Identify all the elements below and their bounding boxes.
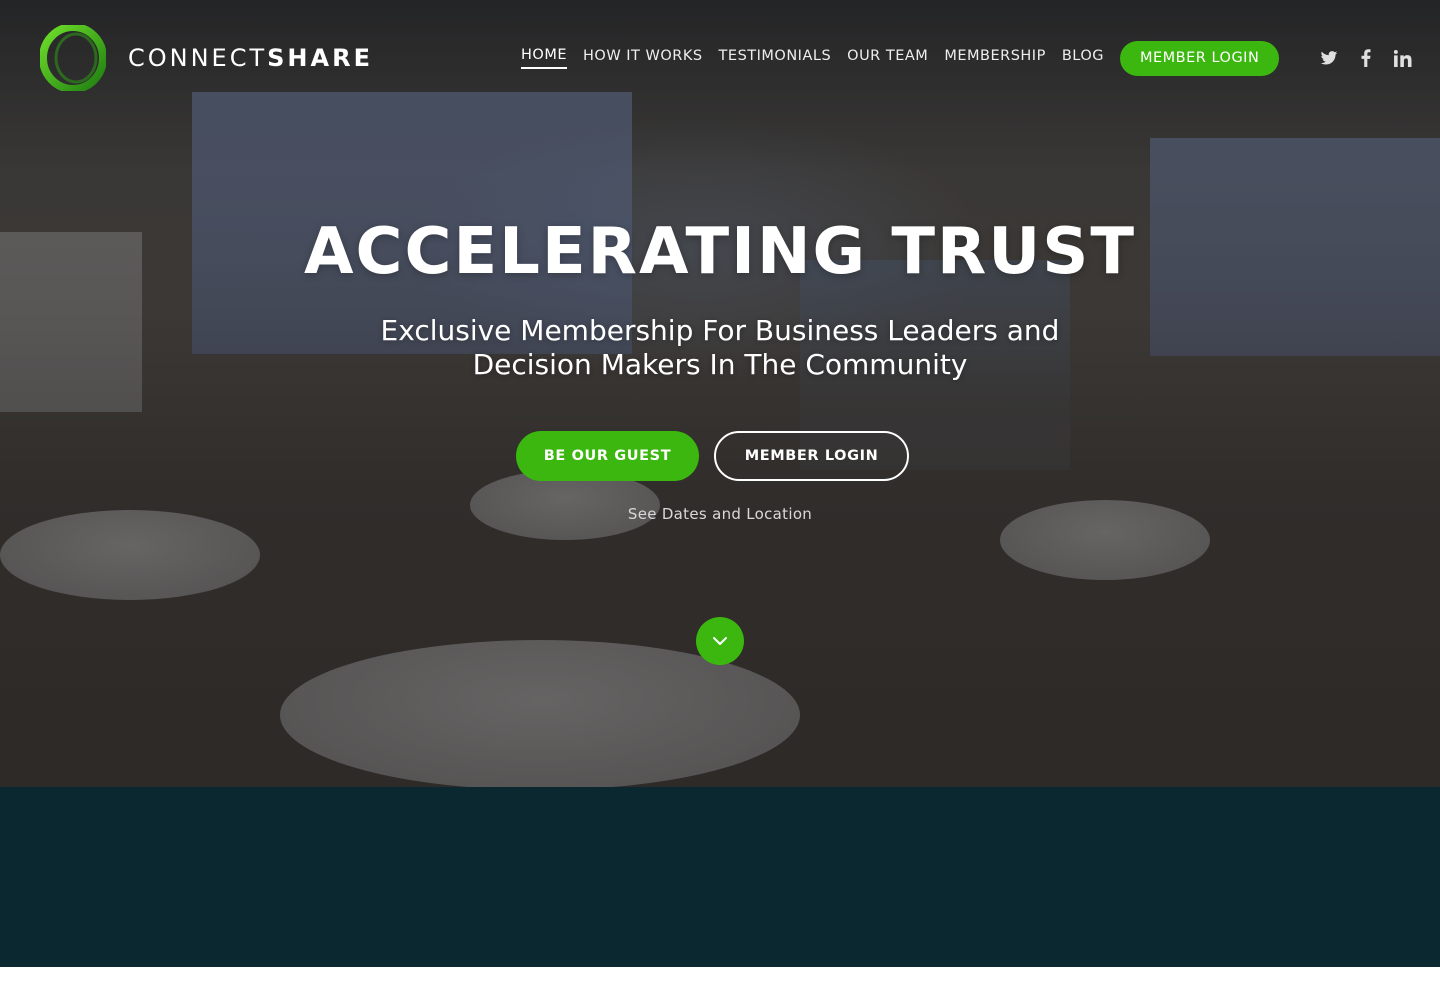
facebook-icon[interactable]: [1353, 45, 1379, 71]
twitter-icon[interactable]: [1316, 45, 1342, 71]
linkedin-icon[interactable]: [1390, 45, 1416, 71]
nav-item-how-it-works[interactable]: HOW IT WORKS: [583, 48, 703, 68]
member-login-button[interactable]: MEMBER LOGIN: [714, 431, 909, 481]
nav-item-membership[interactable]: MEMBERSHIP: [944, 48, 1046, 68]
logo-text-bold: SHARE: [267, 44, 373, 72]
nav-item-blog[interactable]: BLOG: [1062, 48, 1104, 68]
main-nav: HOME HOW IT WORKS TESTIMONIALS OUR TEAM …: [521, 40, 1280, 76]
logo-text-light: CONNECT: [128, 44, 268, 72]
nav-item-our-team[interactable]: OUR TEAM: [847, 48, 928, 68]
nav-item-testimonials[interactable]: TESTIMONIALS: [719, 48, 832, 68]
dark-section-band: [0, 787, 1440, 967]
site-logo[interactable]: CONNECT SHARE: [39, 23, 373, 93]
social-links: [1316, 40, 1427, 76]
scroll-down-button[interactable]: [696, 617, 744, 665]
hero-dark-overlay: [0, 0, 1440, 787]
hero-title: ACCELERATING TRUST: [303, 215, 1137, 289]
be-our-guest-button[interactable]: BE OUR GUEST: [516, 431, 699, 481]
chevron-down-icon: [712, 636, 728, 646]
nav-item-home[interactable]: HOME: [521, 47, 567, 69]
ring-logo-icon: [39, 23, 107, 93]
see-dates-link[interactable]: See Dates and Location: [0, 505, 1440, 523]
logo-wordmark: CONNECT SHARE: [128, 44, 373, 72]
hero-subtitle: Exclusive Membership For Business Leader…: [380, 314, 1060, 381]
member-login-nav-button[interactable]: MEMBER LOGIN: [1120, 40, 1280, 76]
hero-section: CONNECT SHARE HOME HOW IT WORKS TESTIMONI…: [0, 0, 1440, 787]
